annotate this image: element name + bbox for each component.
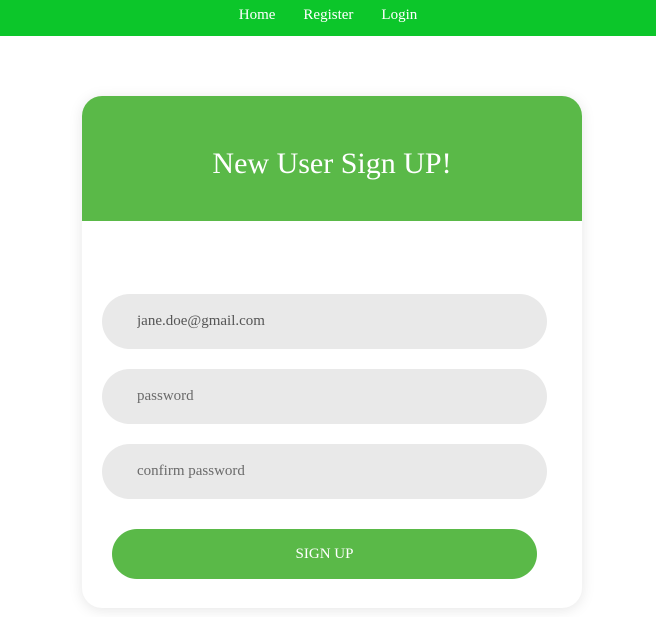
signup-card: New User Sign UP! SIGN UP	[82, 96, 582, 608]
confirm-password-field[interactable]	[102, 444, 547, 499]
email-field[interactable]	[102, 294, 547, 349]
password-field[interactable]	[102, 369, 547, 424]
signup-card-header: New User Sign UP!	[82, 96, 582, 221]
nav-link-login[interactable]: Login	[367, 8, 431, 23]
nav-link-home[interactable]: Home	[225, 8, 290, 23]
signup-title: New User Sign UP!	[212, 146, 452, 180]
nav-link-register[interactable]: Register	[289, 8, 367, 23]
sign-up-button[interactable]: SIGN UP	[112, 529, 537, 579]
top-navbar: Home Register Login	[0, 0, 656, 36]
